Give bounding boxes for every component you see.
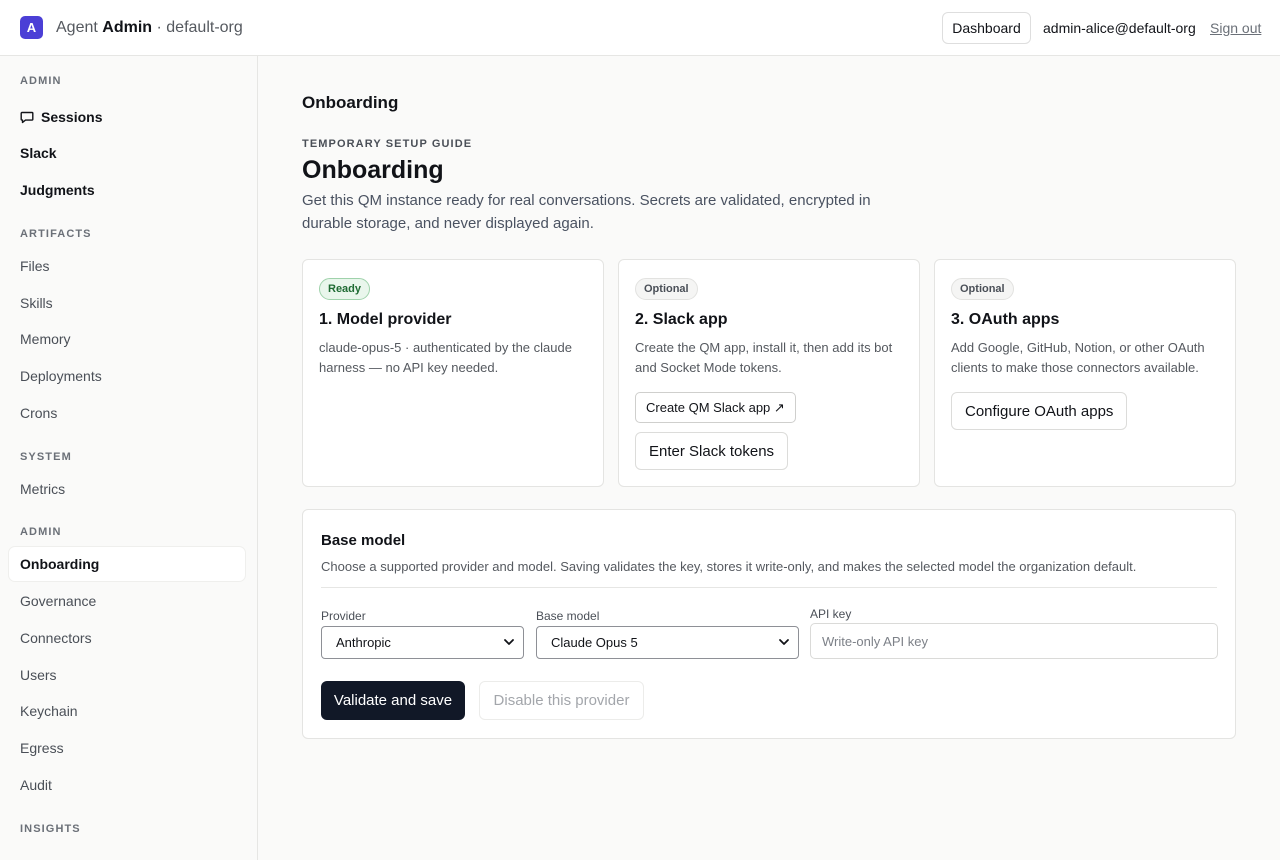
brand-prefix: Agent <box>56 19 98 36</box>
validate-and-save-button[interactable]: Validate and save <box>321 681 465 720</box>
sidebar-item-governance[interactable]: Governance <box>9 584 245 618</box>
dashboard-button[interactable]: Dashboard <box>942 12 1031 44</box>
sidebar-item-label: Onboarding <box>20 556 100 572</box>
chevron-down-icon <box>779 639 789 645</box>
sidebar-item-label: Memory <box>20 331 71 347</box>
brand-title: Agent Admin · default-org <box>56 19 243 37</box>
onboarding-description: Get this QM instance ready for real conv… <box>302 192 871 232</box>
panel-description: Choose a supported provider and model. S… <box>321 559 1137 574</box>
api-key-input[interactable] <box>810 623 1218 659</box>
app-logo: A <box>20 16 43 39</box>
status-badge: Optional <box>635 278 698 300</box>
sidebar-item-skills[interactable]: Skills <box>9 286 245 320</box>
base-model-select[interactable]: Claude Opus 5 <box>536 626 799 659</box>
api-key-label: API key <box>810 607 852 621</box>
card-description: Add Google, GitHub, Notion, or other OAu… <box>951 340 1205 375</box>
top-bar: A Agent Admin · default-org Dashboard ad… <box>0 0 1280 56</box>
sidebar-item-files[interactable]: Files <box>9 249 245 283</box>
oauth-apps-card: Optional 3. OAuth apps Add Google, GitHu… <box>934 259 1236 487</box>
sidebar-item-crons[interactable]: Crons <box>9 396 245 430</box>
page-title: Onboarding <box>302 93 399 112</box>
configure-oauth-apps-button[interactable]: Configure OAuth apps <box>951 392 1128 430</box>
sidebar-item-label: Crons <box>20 405 58 421</box>
sidebar-item-label: Connectors <box>20 630 92 646</box>
org-name: · default-org <box>156 19 243 36</box>
sidebar-item-label: Sessions <box>41 109 103 125</box>
sidebar-item-label: Audit <box>20 777 52 793</box>
sidebar-item-judgments[interactable]: Judgments <box>9 173 245 207</box>
status-badge: Optional <box>951 278 1014 300</box>
sidebar-section-artifacts: ARTIFACTS <box>20 228 92 240</box>
sidebar-item-label: Slack <box>20 145 57 161</box>
brand-name: Admin <box>102 19 153 36</box>
divider <box>321 587 1217 588</box>
chat-bubble-icon <box>20 111 34 124</box>
sidebar-item-label: Deployments <box>20 368 102 384</box>
card-title: 1. Model provider <box>319 311 452 328</box>
sidebar-item-label: Files <box>20 258 50 274</box>
sidebar-item-slack[interactable]: Slack <box>9 136 245 170</box>
sidebar-section-insights: INSIGHTS <box>20 823 81 835</box>
card-description: Create the QM app, install it, then add … <box>635 340 893 375</box>
sidebar-item-label: Metrics <box>20 481 66 497</box>
status-badge: Ready <box>319 278 371 300</box>
sidebar-item-label: Governance <box>20 593 97 609</box>
provider-label: Provider <box>321 609 366 623</box>
card-title: 3. OAuth apps <box>951 311 1060 328</box>
sidebar-section-admin-2: ADMIN <box>20 526 62 538</box>
sidebar-item-memory[interactable]: Memory <box>9 322 245 356</box>
base-model-label: Base model <box>536 609 600 623</box>
sidebar-item-deployments[interactable]: Deployments <box>9 359 245 393</box>
panel-title: Base model <box>321 532 406 549</box>
sidebar-item-audit[interactable]: Audit <box>9 768 245 802</box>
card-description: claude-opus-5 · authenticated by the cla… <box>319 340 572 375</box>
slack-app-card: Optional 2. Slack app Create the QM app,… <box>618 259 920 487</box>
user-email: admin-alice@default-org <box>1043 20 1196 36</box>
disable-provider-button[interactable]: Disable this provider <box>479 681 644 720</box>
sidebar-item-sessions[interactable]: Sessions <box>9 100 245 134</box>
setup-eyebrow: TEMPORARY SETUP GUIDE <box>302 138 473 150</box>
create-slack-app-button[interactable]: Create QM Slack app ↗ <box>635 392 796 423</box>
sidebar-item-keychain[interactable]: Keychain <box>9 694 245 728</box>
sidebar-section-admin: ADMIN <box>20 75 62 87</box>
sidebar-item-egress[interactable]: Egress <box>9 731 245 765</box>
base-model-selected-value: Claude Opus 5 <box>551 635 638 650</box>
sidebar-item-label: Users <box>20 667 57 683</box>
card-title: 2. Slack app <box>635 311 728 328</box>
sidebar: ADMIN Sessions Slack Judgments ARTIFACTS… <box>0 56 258 860</box>
onboarding-heading: Onboarding <box>302 156 444 184</box>
provider-select[interactable]: Anthropic <box>321 626 524 659</box>
model-provider-card: Ready 1. Model provider claude-opus-5 · … <box>302 259 604 487</box>
sidebar-section-system: SYSTEM <box>20 451 72 463</box>
sidebar-item-label: Judgments <box>20 182 95 198</box>
sidebar-item-label: Egress <box>20 740 64 756</box>
sidebar-item-metrics[interactable]: Metrics <box>9 472 245 506</box>
sidebar-item-users[interactable]: Users <box>9 658 245 692</box>
sidebar-item-label: Keychain <box>20 703 78 719</box>
sign-out-link[interactable]: Sign out <box>1210 20 1261 36</box>
sidebar-item-label: Skills <box>20 295 53 311</box>
sidebar-item-onboarding[interactable]: Onboarding <box>9 547 245 581</box>
enter-slack-tokens-button[interactable]: Enter Slack tokens <box>635 432 789 470</box>
provider-selected-value: Anthropic <box>336 635 391 650</box>
chevron-down-icon <box>504 639 514 645</box>
base-model-panel: Base model Choose a supported provider a… <box>302 509 1236 739</box>
sidebar-item-connectors[interactable]: Connectors <box>9 621 245 655</box>
